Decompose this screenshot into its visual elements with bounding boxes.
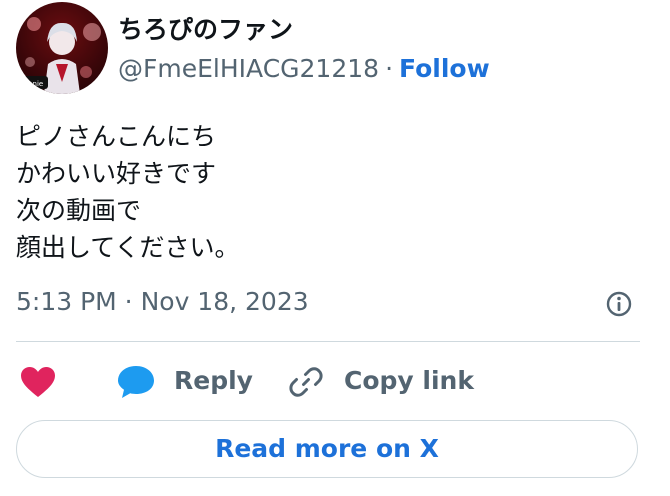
divider	[16, 341, 640, 342]
tweet-line: 次の動画で	[16, 196, 142, 225]
author-meta: @FmeElHIACG21218 · Follow	[118, 54, 490, 83]
tweet-line: ピノさんこんにち	[16, 122, 217, 151]
copy-link-label: Copy link	[344, 366, 474, 395]
separator-dot: ·	[385, 54, 394, 83]
heart-icon[interactable]	[20, 366, 56, 398]
avatar[interactable]: Genie	[16, 2, 108, 94]
info-icon[interactable]	[604, 289, 634, 319]
read-more-button[interactable]: Read more on X	[16, 420, 638, 478]
reply-label: Reply	[174, 366, 253, 395]
tweet-text: ピノさんこんにち かわいい好きです 次の動画で 顔出してください。	[16, 118, 240, 266]
user-handle[interactable]: @FmeElHIACG21218	[118, 54, 379, 83]
tweet-line: かわいい好きです	[16, 159, 217, 188]
tweet-timestamp[interactable]: 5:13 PM · Nov 18, 2023	[16, 287, 309, 316]
link-icon	[289, 367, 323, 397]
tweet-line: 顔出してください。	[16, 233, 240, 262]
speech-bubble-icon	[118, 366, 154, 398]
avatar-image: Genie	[18, 17, 101, 94]
follow-button[interactable]: Follow	[399, 54, 490, 83]
avatar-badge: Genie	[23, 80, 43, 88]
tweet-embed-card: Genie ちろぴのファン @FmeElHIACG21218 · Follow ピノ…	[0, 0, 670, 496]
display-name[interactable]: ちろぴのファン	[118, 10, 293, 46]
